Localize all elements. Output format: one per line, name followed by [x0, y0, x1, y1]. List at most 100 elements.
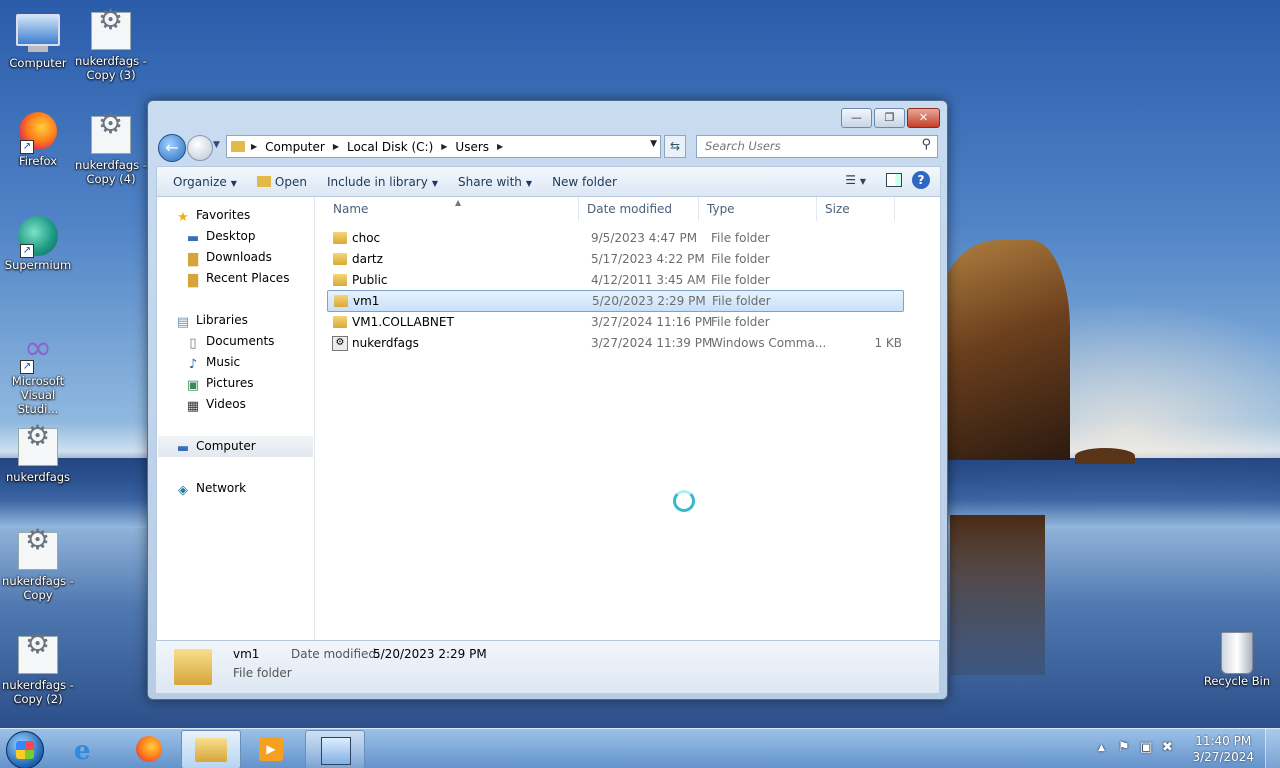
documents-icon: ▯ — [189, 336, 197, 351]
recycle-bin-icon — [1215, 632, 1259, 674]
show-desktop-button[interactable] — [1265, 729, 1280, 768]
file-name: vm1 — [353, 294, 380, 308]
recent-pages-dropdown[interactable]: ▼ — [213, 140, 220, 150]
restore-button[interactable]: ❐ — [874, 108, 905, 128]
nav-computer[interactable]: ▬ Computer — [158, 436, 313, 457]
close-button[interactable]: ✕ — [907, 108, 940, 128]
nav-videos[interactable]: ▦ Videos — [185, 394, 246, 415]
breadcrumb-users[interactable]: Users — [455, 140, 489, 154]
chevron-down-icon: ▼ — [859, 177, 866, 186]
desktop-icon-nukerdfags-copy-4[interactable]: nukerdfags - Copy (4) — [73, 116, 149, 186]
nav-desktop[interactable]: ▬ Desktop — [185, 226, 256, 247]
file-row-selected[interactable]: vm1 5/20/2023 2:29 PM File folder — [327, 290, 904, 312]
open-button[interactable]: Open — [247, 175, 317, 189]
file-date: 5/20/2023 2:29 PM — [592, 294, 706, 308]
minimize-button[interactable]: — — [841, 108, 872, 128]
file-row[interactable]: Public 4/12/2011 3:45 AM File folder — [327, 270, 902, 290]
address-dropdown-icon[interactable]: ▼ — [650, 139, 657, 149]
desktop-icon-nukerdfags-copy-2[interactable]: nukerdfags - Copy (2) — [0, 636, 76, 706]
desktop-icon-supermium[interactable]: ↗ Supermium — [0, 216, 76, 272]
action-center-flag-icon[interactable]: ⚑ — [1118, 740, 1130, 755]
desktop-icon-firefox[interactable]: ↗ Firefox — [0, 112, 76, 168]
breadcrumb-separator-icon[interactable]: ▶ — [251, 142, 257, 151]
show-hidden-icons-button[interactable]: ▲ — [1098, 743, 1105, 753]
file-name: choc — [352, 231, 381, 245]
nav-favorites[interactable]: ★ Favorites — [175, 205, 250, 226]
breadcrumb-computer[interactable]: Computer — [265, 140, 325, 154]
file-row[interactable]: VM1.COLLABNET 3/27/2024 11:16 PM File fo… — [327, 312, 902, 332]
desktop-icon-visual-studio[interactable]: ∞ ↗ Microsoft Visual Studi... — [0, 328, 76, 416]
batch-file-icon — [16, 428, 60, 468]
breadcrumb-separator-icon[interactable]: ▶ — [497, 142, 503, 151]
batch-file-icon: ⚙ — [332, 336, 348, 351]
desktop-icon-recycle-bin[interactable]: Recycle Bin — [1199, 632, 1275, 688]
caption-buttons: — ❐ ✕ — [841, 108, 940, 128]
search-input[interactable] — [697, 136, 905, 155]
column-header-name[interactable]: Name ▲ — [325, 197, 579, 221]
nav-pictures[interactable]: ▣ Pictures — [185, 373, 254, 394]
nav-documents[interactable]: ▯ Documents — [185, 331, 274, 352]
column-header-type[interactable]: Type — [699, 197, 817, 221]
nav-libraries[interactable]: ▤ Libraries — [175, 310, 248, 331]
address-bar[interactable]: ▶ Computer ▶ Local Disk (C:) ▶ Users ▶ ▼ — [226, 135, 661, 158]
breadcrumb-local-disk[interactable]: Local Disk (C:) — [347, 140, 433, 154]
forward-button[interactable] — [187, 135, 213, 161]
help-button[interactable]: ? — [912, 171, 930, 189]
breadcrumb-separator-icon[interactable]: ▶ — [441, 142, 447, 151]
file-type: File folder — [711, 252, 770, 266]
pictures-icon: ▣ — [186, 378, 200, 393]
refresh-button[interactable]: ⇆ — [664, 135, 686, 158]
file-type: File folder — [711, 231, 770, 245]
clock[interactable]: 11:40 PM 3/27/2024 — [1192, 733, 1254, 765]
file-row[interactable]: choc 9/5/2023 4:47 PM File folder — [327, 228, 902, 248]
wallpaper-rock-small — [1075, 448, 1135, 464]
nav-label: Favorites — [196, 208, 251, 222]
details-type: File folder — [233, 666, 292, 680]
shortcut-arrow-icon: ↗ — [20, 360, 34, 374]
desktop-icon-nukerdfags-copy-3[interactable]: nukerdfags - Copy (3) — [73, 12, 149, 82]
taskbar-app[interactable] — [305, 730, 365, 768]
chevron-down-icon: ▼ — [213, 140, 220, 150]
include-in-library-button[interactable]: Include in library ▼ — [317, 175, 448, 189]
taskbar-windows-explorer[interactable] — [181, 730, 241, 768]
nav-downloads[interactable]: ▇ Downloads — [185, 247, 272, 268]
start-button[interactable] — [6, 731, 44, 768]
wallpaper-rock — [940, 240, 1070, 460]
nav-recent-places[interactable]: ▇ Recent Places — [185, 268, 289, 289]
breadcrumb-separator-icon[interactable]: ▶ — [333, 142, 339, 151]
new-folder-button[interactable]: New folder — [542, 175, 627, 189]
command-bar: Organize ▼ Open Include in library ▼ Share… — [156, 166, 941, 197]
desktop-icon-computer[interactable]: Computer — [0, 12, 76, 70]
desktop-icon-nukerdfags[interactable]: nukerdfags — [0, 428, 76, 484]
preview-pane-button[interactable] — [886, 173, 902, 187]
libraries-icon: ▤ — [176, 315, 190, 330]
organize-button[interactable]: Organize ▼ — [163, 175, 247, 189]
file-row[interactable]: dartz 5/17/2023 4:22 PM File folder — [327, 249, 902, 269]
column-header-date[interactable]: Date modified — [579, 197, 699, 221]
batch-file-icon — [89, 12, 133, 52]
volume-muted-icon[interactable]: ✖ — [1162, 740, 1173, 755]
search-icon[interactable]: ⚲ — [921, 137, 931, 152]
file-row[interactable]: ⚙ nukerdfags 3/27/2024 11:39 PM Windows … — [327, 333, 902, 353]
search-box[interactable]: ⚲ — [696, 135, 938, 158]
desktop-icon-nukerdfags-copy[interactable]: nukerdfags - Copy — [0, 532, 76, 602]
nav-label: Documents — [206, 334, 275, 348]
desktop-icon-label: nukerdfags - Copy (4) — [75, 158, 147, 186]
navigation-pane: ★ Favorites ▬ Desktop ▇ Downloads ▇ Recent P… — [157, 197, 315, 640]
view-options-button[interactable]: ☰ ▼ — [845, 173, 866, 187]
star-icon: ★ — [177, 210, 189, 225]
locked-folder-icon — [333, 316, 347, 328]
view-list-icon: ☰ — [845, 173, 857, 187]
desktop-icon-label: Recycle Bin — [1203, 674, 1271, 688]
column-header-size[interactable]: Size — [817, 197, 895, 221]
visual-studio-icon: ∞ ↗ — [16, 331, 60, 374]
taskbar-media-player[interactable]: ▶ — [243, 730, 301, 767]
back-button[interactable]: ← — [158, 134, 186, 162]
share-with-button[interactable]: Share with ▼ — [448, 175, 542, 189]
taskbar-firefox[interactable] — [120, 730, 178, 767]
network-icon[interactable]: ▣ — [1140, 740, 1152, 755]
nav-music[interactable]: ♪ Music — [185, 352, 240, 373]
file-type: File folder — [712, 294, 771, 308]
taskbar-internet-explorer[interactable]: e — [58, 730, 116, 767]
nav-network[interactable]: ◈ Network — [175, 478, 246, 499]
